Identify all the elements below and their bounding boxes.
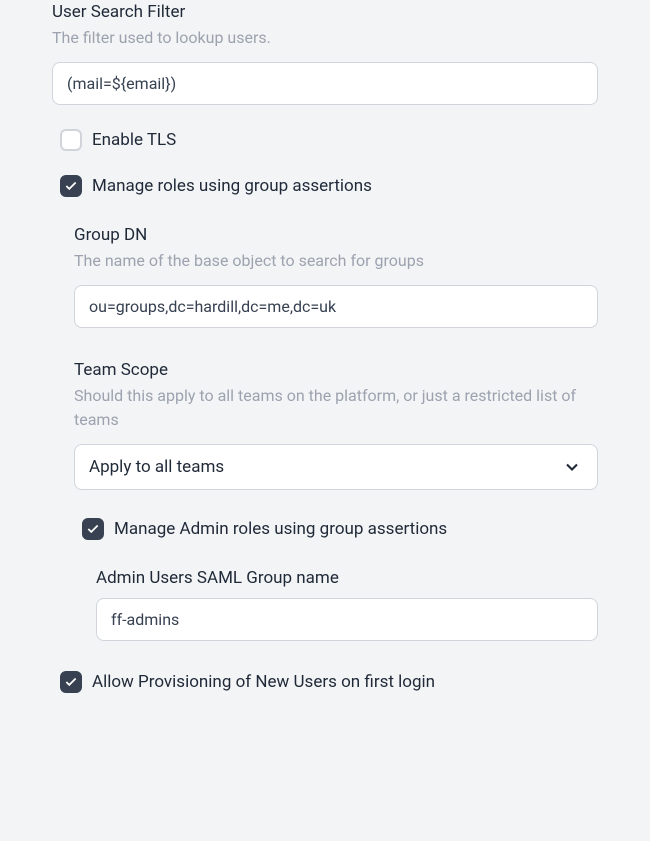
team-scope-description: Should this apply to all teams on the pl…	[74, 384, 598, 432]
enable-tls-row: Enable TLS	[60, 129, 598, 151]
check-icon	[64, 179, 78, 193]
allow-provisioning-row: Allow Provisioning of New Users on first…	[60, 671, 598, 693]
group-dn-input[interactable]	[74, 285, 598, 328]
team-scope-group: Team Scope Should this apply to all team…	[74, 360, 598, 490]
group-dn-section: Group DN The name of the base object to …	[74, 225, 598, 328]
user-search-filter-input[interactable]	[52, 62, 598, 105]
user-search-filter-group: User Search Filter The filter used to lo…	[52, 2, 598, 105]
check-icon	[86, 522, 100, 536]
team-scope-section: Team Scope Should this apply to all team…	[74, 360, 598, 490]
user-search-filter-label: User Search Filter	[52, 2, 598, 22]
admin-group-section: Admin Users SAML Group name	[96, 568, 598, 641]
allow-provisioning-label[interactable]: Allow Provisioning of New Users on first…	[92, 672, 435, 692]
enable-tls-checkbox[interactable]	[60, 129, 82, 151]
manage-roles-row: Manage roles using group assertions	[60, 175, 598, 197]
team-scope-label: Team Scope	[74, 360, 598, 380]
group-dn-group: Group DN The name of the base object to …	[74, 225, 598, 328]
allow-provisioning-checkbox[interactable]	[60, 671, 82, 693]
group-dn-label: Group DN	[74, 225, 598, 245]
manage-admin-roles-checkbox[interactable]	[82, 518, 104, 540]
team-scope-select[interactable]: Apply to all teams	[74, 444, 598, 490]
user-search-filter-description: The filter used to lookup users.	[52, 26, 598, 50]
check-icon	[64, 675, 78, 689]
admin-group-input[interactable]	[96, 598, 598, 641]
team-scope-select-wrapper: Apply to all teams	[74, 444, 598, 490]
group-dn-description: The name of the base object to search fo…	[74, 249, 598, 273]
enable-tls-label[interactable]: Enable TLS	[92, 130, 176, 150]
admin-group-label: Admin Users SAML Group name	[96, 568, 598, 588]
admin-group-group: Admin Users SAML Group name	[96, 568, 598, 641]
manage-roles-checkbox[interactable]	[60, 175, 82, 197]
manage-admin-roles-label[interactable]: Manage Admin roles using group assertion…	[114, 519, 447, 539]
manage-roles-label[interactable]: Manage roles using group assertions	[92, 176, 372, 196]
manage-admin-roles-row: Manage Admin roles using group assertion…	[82, 518, 598, 540]
